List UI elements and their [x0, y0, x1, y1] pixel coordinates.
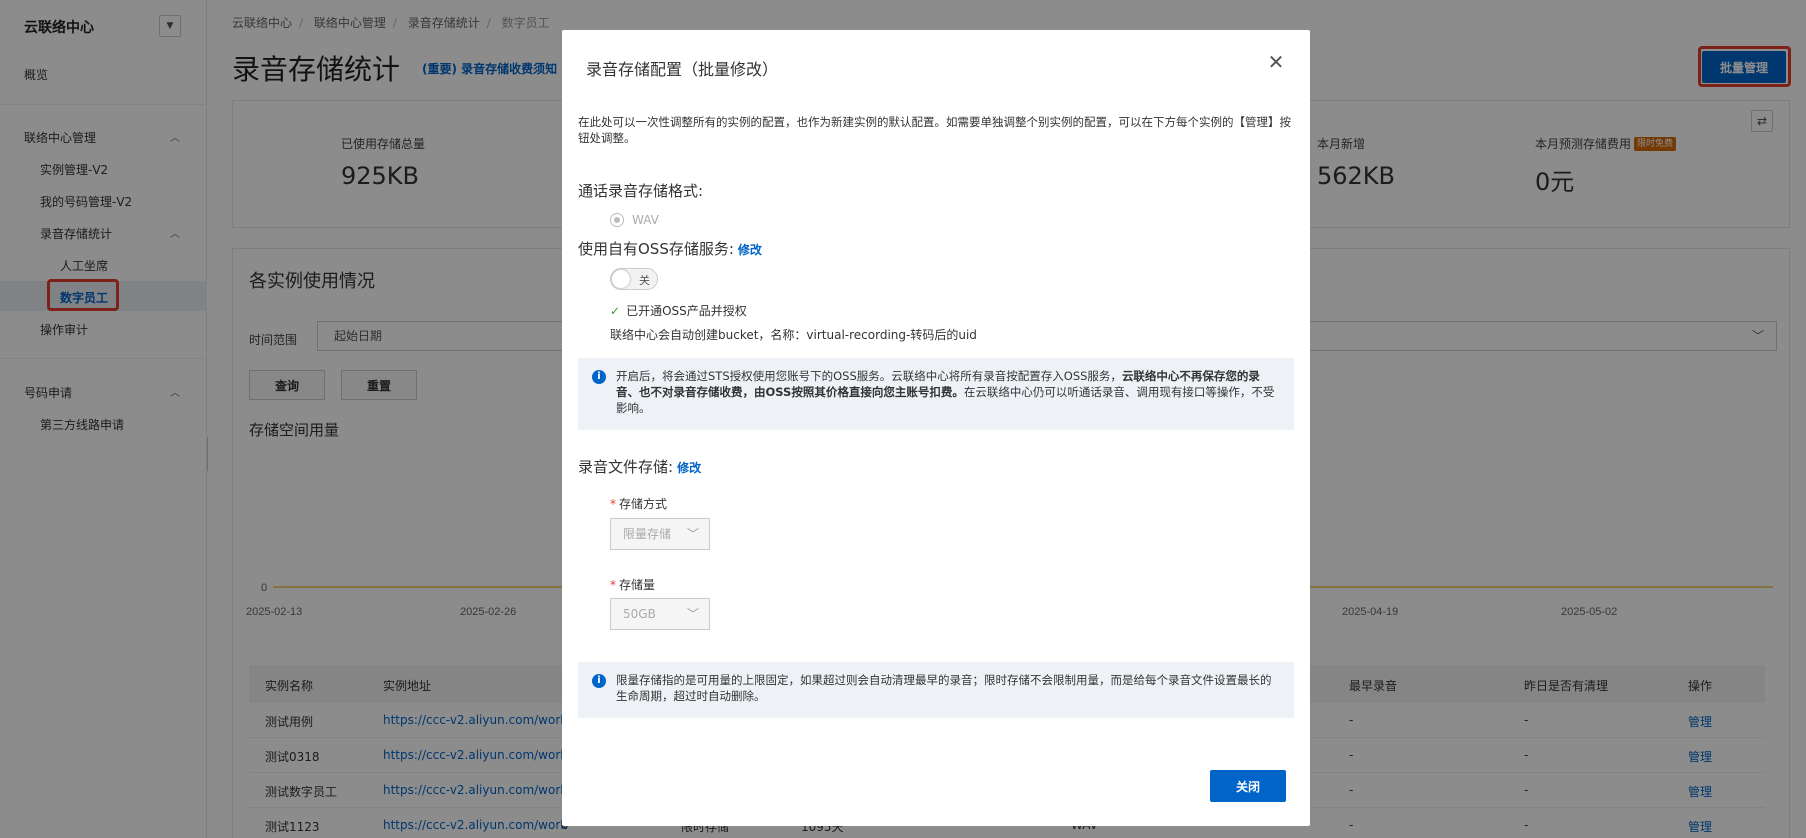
switch-knob [612, 270, 630, 288]
check-icon: ✓ [610, 304, 621, 318]
limit-info-box: i 限量存储指的是可用量的上限固定，如果超过则会自动清理最早的录音；限时存储不会… [578, 662, 1294, 718]
modal-title: 录音存储配置（批量修改） [586, 60, 779, 79]
oss-title-text: 使用自有OSS存储服务: [578, 240, 734, 258]
format-option-label: WAV [632, 213, 659, 227]
oss-toggle-switch[interactable]: 关 [610, 268, 658, 290]
storage-amount-label-text: 存储量 [619, 578, 656, 592]
chevron-down-icon: ﹀ [686, 607, 699, 621]
batch-config-modal: 录音存储配置（批量修改） ✕ 在此处可以一次性调整所有的实例的配置，也作为新建实… [562, 30, 1310, 826]
required-icon: * [610, 578, 616, 592]
limit-info-text: 限量存储指的是可用量的上限固定，如果超过则会自动清理最早的录音；限时存储不会限制… [616, 673, 1272, 703]
oss-status: ✓ 已开通OSS产品并授权 [610, 302, 747, 319]
storage-amount-value: 50GB [623, 607, 656, 621]
storage-amount-label: * 存储量 [610, 576, 655, 593]
chevron-down-icon: ﹀ [686, 527, 699, 541]
storage-method-select[interactable]: 限量存储 ﹀ [610, 518, 710, 550]
format-radio[interactable]: WAV [610, 213, 659, 227]
storage-method-label-text: 存储方式 [619, 497, 668, 511]
radio-icon [610, 213, 624, 227]
close-icon[interactable]: ✕ [1264, 50, 1288, 74]
storage-method-value: 限量存储 [623, 527, 672, 541]
oss-title: 使用自有OSS存储服务: 修改 [578, 238, 762, 259]
storage-method-label: * 存储方式 [610, 495, 667, 512]
info-icon: i [592, 370, 606, 384]
switch-label: 关 [639, 274, 650, 287]
storage-amount-select[interactable]: 50GB ﹀ [610, 598, 710, 630]
file-storage-title: 录音文件存储: 修改 [578, 456, 701, 477]
required-icon: * [610, 497, 616, 511]
modal-intro: 在此处可以一次性调整所有的实例的配置，也作为新建实例的默认配置。如需要单独调整个… [578, 115, 1291, 145]
file-storage-title-text: 录音文件存储: [578, 458, 674, 476]
format-title: 通话录音存储格式: [578, 182, 704, 200]
modify-link[interactable]: 修改 [677, 461, 701, 475]
close-button[interactable]: 关闭 [1210, 770, 1286, 802]
modify-link[interactable]: 修改 [738, 243, 762, 257]
oss-info-box: i 开启后，将会通过STS授权使用您账号下的OSS服务。云联络中心将所有录音按配… [578, 358, 1294, 430]
info-text: 开启后，将会通过STS授权使用您账号下的OSS服务。云联络中心将所有录音按配置存… [616, 369, 1122, 383]
oss-status-text: 已开通OSS产品并授权 [626, 304, 747, 318]
bucket-info: 联络中心会自动创建bucket，名称：virtual-recording-转码后… [610, 328, 977, 342]
info-icon: i [592, 674, 606, 688]
